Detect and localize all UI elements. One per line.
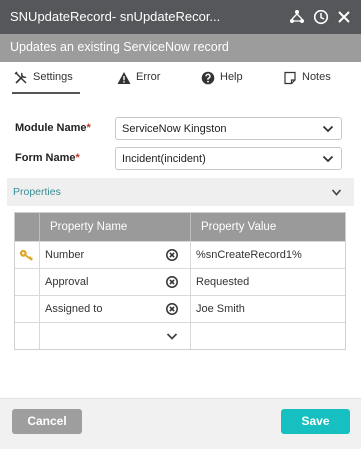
grid-header-row: Property Name Property Value [15, 213, 345, 241]
property-name-cell[interactable]: Number [40, 242, 191, 268]
chevron-down-icon [322, 155, 334, 163]
module-name-label-text: Module Name [15, 122, 87, 134]
footer: Cancel Save [0, 398, 361, 449]
tab-settings-label: Settings [33, 71, 73, 83]
row-marker-cell [15, 242, 40, 268]
property-name: Assigned to [45, 303, 103, 315]
properties-label: Properties [13, 186, 61, 198]
property-value-cell[interactable]: Joe Smith [191, 296, 346, 322]
note-icon [284, 71, 296, 85]
cancel-button[interactable]: Cancel [12, 409, 82, 434]
table-row[interactable]: Number %snCreateRecord1% [15, 241, 345, 268]
properties-grid: Property Name Property Value Number %snC… [14, 212, 346, 350]
remove-icon[interactable] [166, 303, 178, 315]
module-name-value: ServiceNow Kingston [122, 123, 227, 135]
tab-settings[interactable]: Settings [12, 71, 80, 94]
tab-bar: Settings Error Help Notes [0, 62, 361, 94]
property-name-dropdown[interactable] [40, 323, 191, 349]
module-name-label: Module Name* [15, 122, 91, 134]
tools-icon [14, 71, 27, 84]
tab-notes[interactable]: Notes [283, 71, 331, 93]
workflow-icon[interactable] [289, 9, 305, 25]
column-header-label: Property Value [201, 221, 277, 233]
property-value: Joe Smith [196, 303, 245, 315]
window-title: SNUpdateRecord- snUpdateRecor... [10, 9, 221, 24]
new-row[interactable] [15, 322, 345, 349]
chevron-down-icon [166, 333, 178, 340]
warning-icon [117, 72, 131, 84]
row-marker-cell [15, 296, 40, 322]
close-icon[interactable] [336, 9, 352, 25]
tab-help[interactable]: Help [201, 71, 243, 93]
required-marker: * [86, 122, 91, 134]
chevron-down-icon [331, 189, 342, 196]
tab-help-label: Help [220, 71, 243, 83]
row-marker-cell [15, 269, 40, 295]
form-name-select[interactable]: Incident(incident) [115, 147, 342, 170]
property-name: Approval [45, 276, 89, 288]
property-value-cell[interactable] [191, 323, 346, 349]
table-row[interactable]: Approval Requested [15, 268, 345, 295]
grid-header-blank [15, 213, 40, 241]
column-header-property-name: Property Name [40, 213, 191, 241]
property-value-cell[interactable]: Requested [191, 269, 346, 295]
description-bar: Updates an existing ServiceNow record [0, 34, 361, 62]
row-marker-cell [15, 323, 40, 349]
property-value: %snCreateRecord1% [196, 249, 302, 261]
properties-section-header[interactable]: Properties [7, 178, 354, 206]
property-name: Number [45, 249, 85, 261]
form-name-label: Form Name* [15, 152, 80, 164]
key-icon [19, 249, 34, 261]
title-bar: SNUpdateRecord- snUpdateRecor... [0, 0, 361, 34]
chevron-down-icon [322, 125, 334, 133]
help-icon [201, 71, 215, 85]
column-header-property-value: Property Value [191, 213, 346, 241]
save-button[interactable]: Save [281, 409, 350, 434]
column-header-label: Property Name [50, 221, 128, 233]
property-value: Requested [196, 276, 250, 288]
remove-icon[interactable] [166, 276, 178, 288]
tab-notes-label: Notes [302, 71, 331, 83]
property-value-cell[interactable]: %snCreateRecord1% [191, 242, 346, 268]
form-name-label-text: Form Name [15, 152, 76, 164]
form-name-value: Incident(incident) [122, 153, 206, 165]
property-name-cell[interactable]: Approval [40, 269, 191, 295]
property-name-cell[interactable]: Assigned to [40, 296, 191, 322]
tab-error-label: Error [136, 71, 161, 83]
table-row[interactable]: Assigned to Joe Smith [15, 295, 345, 322]
history-icon[interactable] [313, 9, 329, 25]
remove-icon[interactable] [166, 249, 178, 261]
module-name-select[interactable]: ServiceNow Kingston [115, 117, 342, 140]
required-marker: * [75, 152, 80, 164]
tab-error[interactable]: Error [117, 71, 160, 93]
